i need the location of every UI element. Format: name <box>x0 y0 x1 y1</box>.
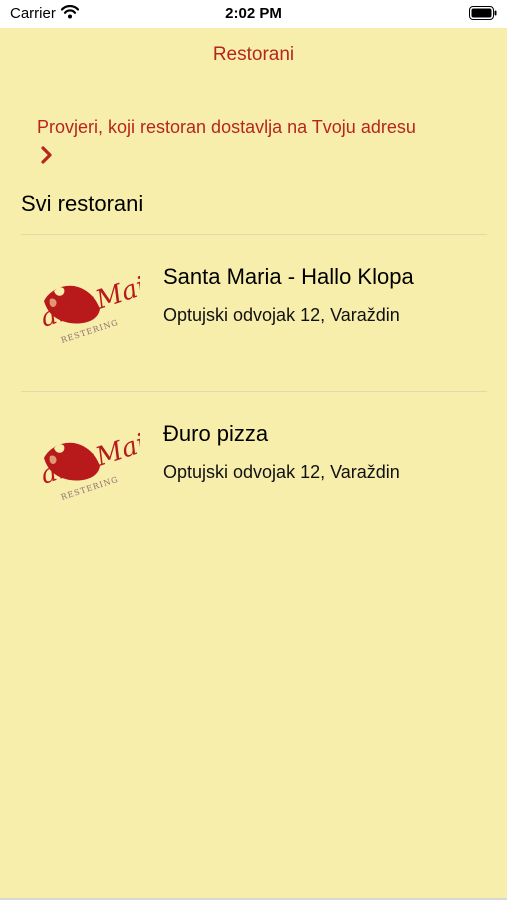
section-title: Svi restorani <box>21 191 144 216</box>
restaurant-name: Đuro pizza <box>163 421 269 446</box>
status-bar: Carrier 2:02 PM <box>0 0 507 28</box>
logo-wordmark: antaMai <box>37 429 140 491</box>
navigation-bar: Restorani <box>0 28 507 84</box>
page-title: Restorani <box>212 44 295 65</box>
restaurant-name: Santa Maria - Hallo Klopa <box>163 264 414 289</box>
section-divider <box>21 234 487 235</box>
chevron-right-icon <box>41 146 53 169</box>
check-delivery-link[interactable]: Provjeri, koji restoran dostavlja na Tvo… <box>37 117 487 167</box>
restaurant-logo: antaMai RESTERING <box>36 269 150 349</box>
restaurant-address: Optujski odvojak 12, Varaždin <box>163 305 400 325</box>
restaurant-logo: antaMai RESTERING <box>36 426 150 506</box>
row-divider <box>21 391 487 392</box>
logo-wordmark: antaMai <box>37 272 140 334</box>
battery-icon <box>469 6 497 25</box>
restaurant-address: Optujski odvojak 12, Varaždin <box>163 462 400 482</box>
restaurant-row[interactable]: antaMai RESTERING Santa Maria - Hallo Kl… <box>0 237 507 387</box>
check-delivery-label: Provjeri, koji restoran dostavlja na Tvo… <box>37 117 416 137</box>
clock-time: 2:02 PM <box>225 5 282 22</box>
restaurants-screen: Carrier 2:02 PM Restorani Provjeri, koji… <box>0 0 507 900</box>
restaurant-row[interactable]: antaMai RESTERING Đuro pizza Optujski od… <box>0 394 507 544</box>
